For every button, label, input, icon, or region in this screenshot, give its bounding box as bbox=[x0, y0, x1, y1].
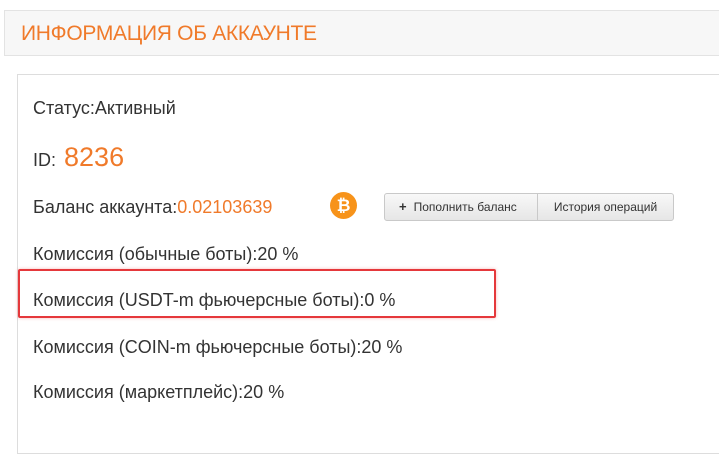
balance-value: 0.02103639 bbox=[177, 197, 273, 217]
page-title: ИНФОРМАЦИЯ ОБ АККАУНТЕ bbox=[21, 22, 317, 45]
commission-value: 20 % bbox=[257, 244, 299, 264]
account-info-header: ИНФОРМАЦИЯ ОБ АККАУНТЕ bbox=[4, 10, 719, 56]
commission-value: 20 % bbox=[243, 382, 285, 402]
balance-label: Баланс аккаунта: bbox=[33, 197, 178, 217]
id-row: ID: 8236 bbox=[33, 142, 124, 173]
top-up-balance-button[interactable]: + Пополнить баланс bbox=[384, 193, 538, 221]
commission-row-marketplace: Комиссия (маркетплейс):20 % bbox=[33, 382, 284, 403]
status-value: Активный bbox=[94, 98, 176, 118]
top-up-balance-label: Пополнить баланс bbox=[413, 200, 517, 214]
commission-row-regular-bots: Комиссия (обычные боты):20 % bbox=[33, 244, 298, 265]
bitcoin-icon: ₿ bbox=[330, 192, 357, 219]
commission-row-coin-futures-bots: Комиссия (COIN-m фьючерсные боты):20 % bbox=[33, 337, 402, 358]
operation-history-label: История операций bbox=[553, 200, 658, 214]
highlight-annotation-box bbox=[18, 269, 496, 318]
account-id-value: 8236 bbox=[64, 142, 125, 172]
commission-label: Комиссия (обычные боты): bbox=[33, 244, 258, 264]
status-row: Статус:Активный bbox=[33, 98, 176, 119]
status-label: Статус: bbox=[33, 98, 95, 118]
commission-value: 20 % bbox=[361, 337, 403, 357]
balance-row: Баланс аккаунта:0.02103639 bbox=[33, 197, 272, 218]
operation-history-button[interactable]: История операций bbox=[537, 193, 674, 221]
commission-label: Комиссия (COIN-m фьючерсные боты): bbox=[33, 337, 362, 357]
plus-icon: + bbox=[399, 199, 407, 214]
id-label: ID: bbox=[33, 150, 57, 170]
commission-label: Комиссия (маркетплейс): bbox=[33, 382, 244, 402]
